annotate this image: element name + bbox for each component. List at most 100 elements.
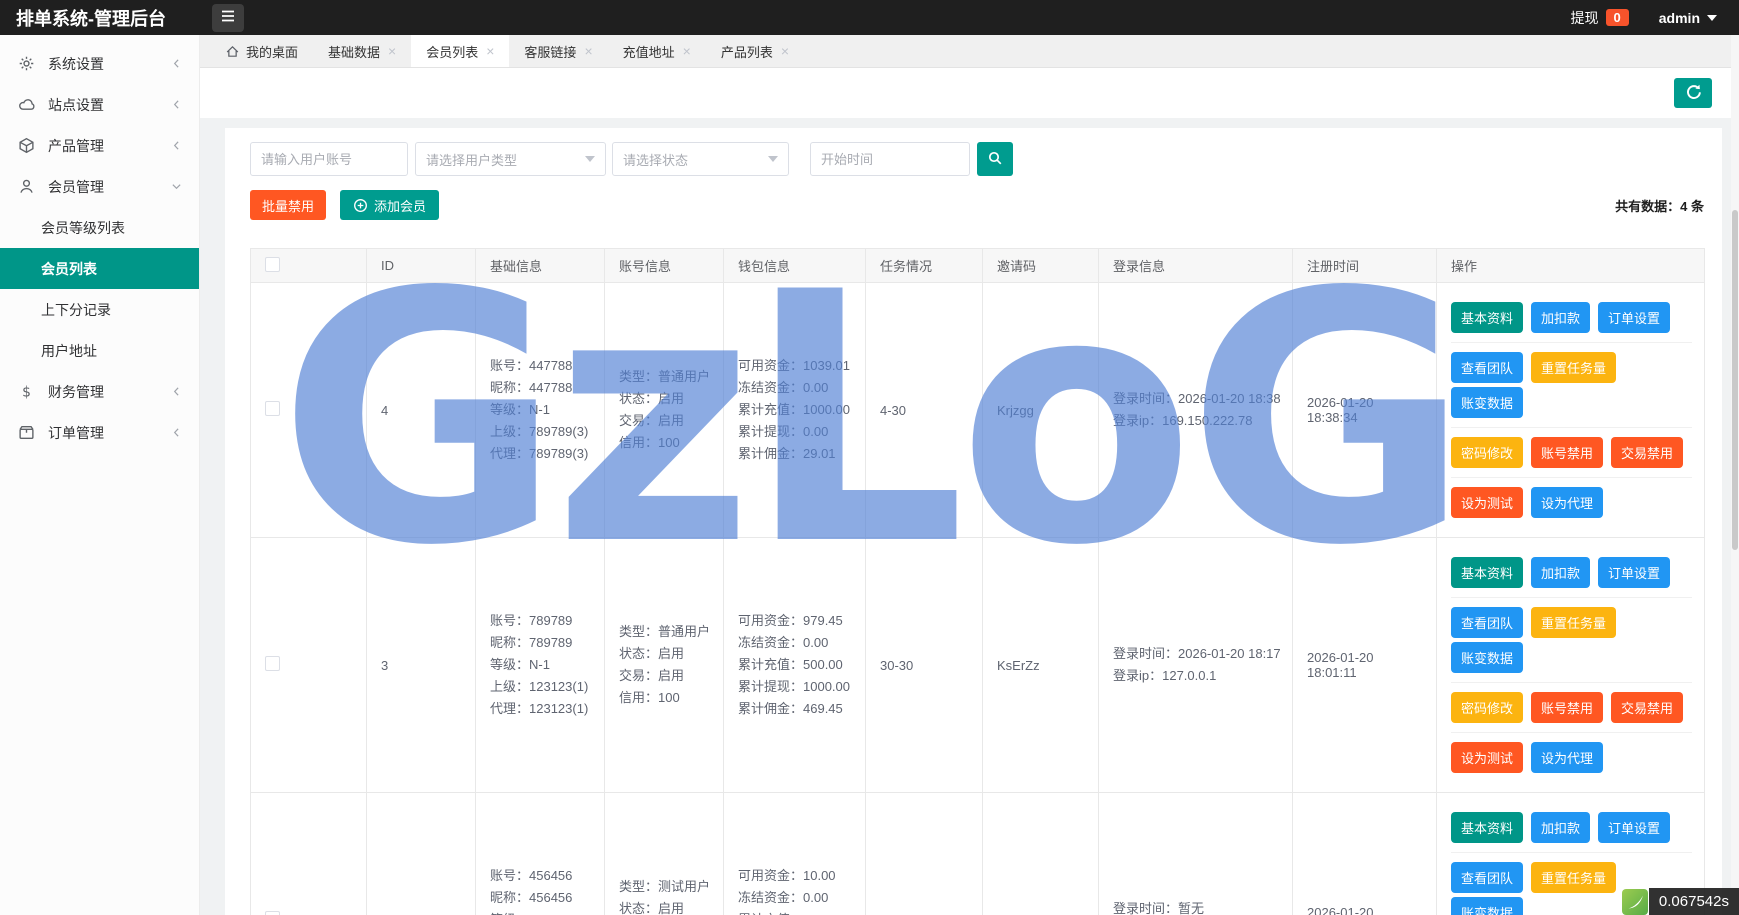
withdraw-badge: 0	[1605, 9, 1629, 26]
sidebar-item-product-management[interactable]: 产品管理	[0, 125, 199, 166]
sidebar-item-label: 财务管理	[48, 383, 104, 400]
disable-trade-button[interactable]: 交易禁用	[1611, 692, 1684, 723]
checkbox-cell	[250, 282, 367, 538]
debug-time: 0.067542s	[1648, 888, 1739, 915]
close-icon[interactable]: ×	[781, 44, 789, 58]
row-checkbox[interactable]	[265, 401, 280, 416]
scrollbar-thumb[interactable]	[1732, 210, 1738, 550]
sidebar-item-order-management[interactable]: 订单管理	[0, 412, 199, 453]
sidebar: 系统设置 站点设置 产品管理 会员管理 会员等级列表会员列表上下分记录 用户地址 $ 财务管理…	[0, 35, 200, 915]
wallet-info-cell: 可用资金：1039.01 冻结资金：0.00 累计充值：1000.00 累计提现：0.…	[723, 282, 866, 538]
tab-recharge-address[interactable]: 充值地址 ×	[608, 35, 706, 67]
tab-label: 我的桌面	[246, 44, 299, 60]
wallet-info-cell-line: 累计充值：1000.00	[738, 402, 850, 417]
actions-cell: 基本资料 加扣款 订单设置查看团队 重置任务量 账变数据密码修改 账号禁用 交易禁用设为测试…	[1436, 537, 1705, 793]
column-header: 钱包信息	[723, 248, 866, 283]
batch-disable-button[interactable]: 批量禁用	[250, 190, 327, 220]
set-agent-button[interactable]: 设为代理	[1531, 742, 1604, 773]
sidebar-toggle-button[interactable]	[212, 3, 244, 32]
account-info-cell: 类型：普通用户 状态：启用 交易：启用 信用：100	[604, 282, 724, 538]
row-checkbox[interactable]	[265, 656, 280, 671]
disable-account-button[interactable]: 账号禁用	[1531, 692, 1604, 723]
order-settings-button[interactable]: 订单设置	[1598, 557, 1671, 588]
sidebar-item-site-settings[interactable]: 站点设置	[0, 84, 199, 125]
basic-info-cell-line: 等级：N-1	[490, 402, 550, 417]
order-settings-button[interactable]: 订单设置	[1598, 812, 1671, 843]
user-menu[interactable]: admin	[1659, 10, 1717, 26]
sidebar-subitem-label: 会员列表	[41, 260, 97, 277]
column-header: 基础信息	[475, 248, 605, 283]
refresh-button[interactable]	[1674, 78, 1712, 108]
wallet-info-cell: 可用资金：979.45 冻结资金：0.00 累计充值：500.00 累计提现：1000…	[723, 537, 866, 793]
table-row: 3 账号：789789 昵称：789789 等级：N-1 上级：123123(1) 代理：…	[250, 537, 1705, 793]
set-test-button[interactable]: 设为测试	[1451, 487, 1524, 518]
tab-label: 客服链接	[524, 44, 577, 60]
view-team-button[interactable]: 查看团队	[1451, 352, 1524, 383]
tab-product-list[interactable]: 产品列表 ×	[706, 35, 804, 67]
tab-member-list[interactable]: 会员列表 ×	[411, 35, 510, 67]
tab-my-desktop[interactable]: 我的桌面	[210, 35, 313, 67]
sidebar-item-member-management[interactable]: 会员管理	[0, 166, 199, 207]
status-select[interactable]: 请选择状态	[612, 142, 789, 176]
close-icon[interactable]: ×	[486, 44, 494, 58]
order-settings-button[interactable]: 订单设置	[1598, 302, 1671, 333]
balance-data-button[interactable]: 账变数据	[1451, 387, 1524, 418]
view-team-button[interactable]: 查看团队	[1451, 862, 1524, 893]
withdraw-link[interactable]: 提现 0	[1571, 8, 1629, 28]
balance-data-button[interactable]: 账变数据	[1451, 642, 1524, 673]
sidebar-item-user-address[interactable]: 用户地址	[0, 330, 199, 371]
gear-icon	[18, 55, 35, 72]
column-header: 邀请码	[982, 248, 1099, 283]
tab-service-link[interactable]: 客服链接 ×	[509, 35, 607, 67]
basic-info-button[interactable]: 基本资料	[1451, 302, 1524, 333]
reset-task-button[interactable]: 重置任务量	[1531, 607, 1617, 638]
start-time-input[interactable]	[810, 142, 970, 176]
wallet-info-cell-line: 累计充值：0.00	[738, 909, 853, 915]
balance-data-button[interactable]: 账变数据	[1451, 897, 1524, 915]
user-type-select[interactable]: 请选择用户类型	[415, 142, 606, 176]
debug-logo-icon[interactable]	[1621, 889, 1648, 915]
login-info-cell: 登录时间：2026-01-20 18:17 登录ip：127.0.0.1	[1098, 537, 1293, 793]
disable-account-button[interactable]: 账号禁用	[1531, 437, 1604, 468]
add-deduct-button[interactable]: 加扣款	[1531, 302, 1591, 333]
disable-trade-button[interactable]: 交易禁用	[1611, 437, 1684, 468]
caret-down-icon	[768, 156, 778, 162]
account-input[interactable]	[250, 142, 408, 176]
reset-task-button[interactable]: 重置任务量	[1531, 862, 1617, 893]
add-member-button[interactable]: 添加会员	[340, 190, 440, 220]
basic-info-button[interactable]: 基本资料	[1451, 812, 1524, 843]
sidebar-item-member-list[interactable]: 会员列表	[0, 248, 199, 289]
tab-basic-data[interactable]: 基础数据 ×	[313, 35, 411, 67]
sidebar-item-updown-records[interactable]: 上下分记录	[0, 289, 199, 330]
add-deduct-button[interactable]: 加扣款	[1531, 812, 1591, 843]
change-password-button[interactable]: 密码修改	[1451, 692, 1524, 723]
view-team-button[interactable]: 查看团队	[1451, 607, 1524, 638]
close-icon[interactable]: ×	[584, 44, 592, 58]
set-agent-button[interactable]: 设为代理	[1531, 487, 1604, 518]
account-info-cell: 类型：普通用户 状态：启用 交易：启用 信用：100	[604, 537, 724, 793]
select-all-checkbox[interactable]	[265, 256, 280, 272]
close-icon[interactable]: ×	[683, 44, 691, 58]
tab-label: 会员列表	[426, 44, 479, 60]
dollar-icon: $	[18, 383, 35, 400]
search-button[interactable]	[977, 142, 1013, 176]
page-scrollbar[interactable]	[1731, 35, 1739, 915]
login-info-cell-line: 登录时间：暂无	[1113, 901, 1205, 915]
basic-info-button[interactable]: 基本资料	[1451, 557, 1524, 588]
wallet-info-cell-line: 冻结资金：0.00	[738, 635, 829, 650]
column-header: 任务情况	[865, 248, 983, 283]
row-checkbox[interactable]	[265, 911, 280, 915]
add-deduct-button[interactable]: 加扣款	[1531, 557, 1591, 588]
basic-info-cell-line: 昵称：447788	[490, 380, 573, 395]
table-row: 4 账号：447788 昵称：447788 等级：N-1 上级：789789(3) 代理：…	[250, 282, 1705, 538]
sidebar-item-member-level-list[interactable]: 会员等级列表	[0, 207, 199, 248]
close-icon[interactable]: ×	[388, 44, 396, 58]
sidebar-item-system-settings[interactable]: 系统设置	[0, 43, 199, 84]
account-info-cell-line: 状态：启用	[619, 646, 685, 661]
change-password-button[interactable]: 密码修改	[1451, 437, 1524, 468]
set-test-button[interactable]: 设为测试	[1451, 742, 1524, 773]
reset-task-button[interactable]: 重置任务量	[1531, 352, 1617, 383]
column-header: 操作	[1436, 248, 1705, 283]
sidebar-item-finance-management[interactable]: $ 财务管理	[0, 371, 199, 412]
content-area: 请选择用户类型 请选择状态 批量禁用	[200, 118, 1739, 915]
